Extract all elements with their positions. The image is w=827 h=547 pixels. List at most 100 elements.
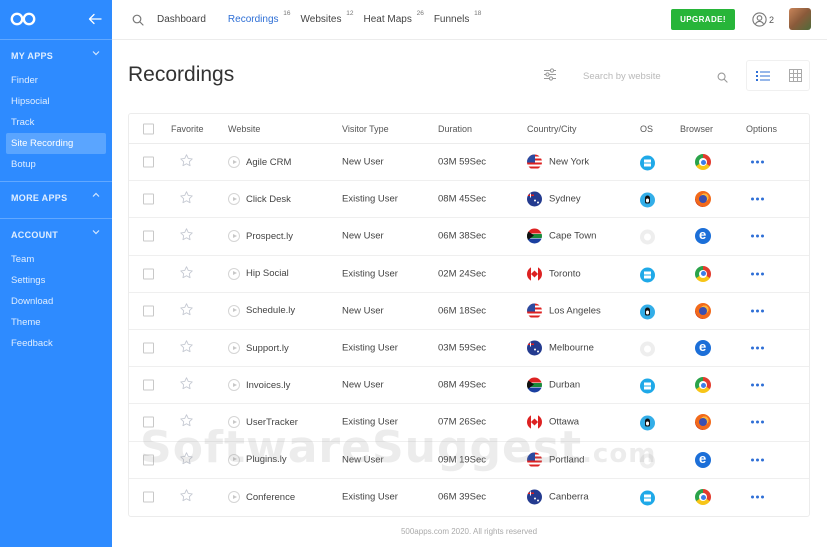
chevron-up-icon[interactable] [92,191,100,201]
play-icon[interactable] [228,342,240,355]
sidebar-item-finder[interactable]: Finder [6,70,106,91]
play-icon[interactable] [228,304,240,317]
column-header-country-city[interactable]: Country/City [527,124,577,134]
select-all-checkbox[interactable] [143,123,154,134]
website-cell[interactable]: Click Desk [228,193,291,206]
row-checkbox[interactable] [143,416,154,428]
sidebar-item-botup[interactable]: Botup [6,154,106,175]
favorite-star-icon[interactable] [179,451,194,469]
filter-sliders-icon[interactable] [543,68,557,86]
nav-dashboard[interactable]: Dashboard [157,14,214,25]
play-icon[interactable] [228,491,240,504]
options-menu-icon[interactable] [751,272,764,276]
chevron-down-icon[interactable] [92,49,100,59]
column-header-website[interactable]: Website [228,124,260,134]
row-checkbox[interactable] [143,156,154,168]
website-cell[interactable]: Invoices.ly [228,379,290,392]
website-cell[interactable]: Agile CRM [228,156,291,169]
nav-websites[interactable]: Websites 12 [301,10,354,25]
sidebar-item-track[interactable]: Track [6,112,106,133]
options-menu-icon[interactable] [751,420,764,424]
list-view-icon[interactable] [756,69,770,87]
infinity-logo-icon[interactable] [10,12,36,31]
column-header-visitor-type[interactable]: Visitor Type [342,124,389,134]
favorite-star-icon[interactable] [179,265,194,283]
table-row[interactable]: Prospect.ly New User 06M 38Sec Cape Town [129,218,809,256]
avatar[interactable] [789,8,811,30]
favorite-star-icon[interactable] [179,413,194,431]
nav-heat-maps[interactable]: Heat Maps 26 [363,10,423,25]
sidebar-item-team[interactable]: Team [6,249,106,270]
website-cell[interactable]: Schedule.ly [228,304,295,317]
sidebar-item-site-recording[interactable]: Site Recording [6,133,106,154]
table-row[interactable]: Plugins.ly New User 09M 19Sec Portland [129,442,809,479]
sidebar-section-account[interactable]: ACCOUNT [0,219,112,249]
sidebar-item-theme[interactable]: Theme [6,312,106,333]
table-row[interactable]: Click Desk Existing User 08M 45Sec Sydney [129,181,809,219]
options-menu-icon[interactable] [751,197,764,201]
options-menu-icon[interactable] [751,234,764,238]
column-header-browser[interactable]: Browser [680,124,713,134]
favorite-star-icon[interactable] [179,227,194,245]
row-checkbox[interactable] [143,342,154,354]
favorite-star-icon[interactable] [179,339,194,357]
row-checkbox[interactable] [143,491,154,503]
sidebar-section-more-apps[interactable]: MORE APPS [0,182,112,212]
options-menu-icon[interactable] [751,495,764,499]
nav-funnels[interactable]: Funnels 18 [434,10,482,25]
options-menu-icon[interactable] [751,346,764,350]
website-cell[interactable]: Conference [228,491,295,504]
website-cell[interactable]: Prospect.ly [228,230,293,243]
play-icon[interactable] [228,156,240,169]
chevron-down-icon[interactable] [92,228,100,238]
row-checkbox[interactable] [143,230,154,242]
options-menu-icon[interactable] [751,383,764,387]
play-icon[interactable] [228,416,240,429]
collapse-sidebar-icon[interactable] [88,12,102,30]
column-header-os[interactable]: OS [640,124,653,134]
search-icon[interactable] [132,13,144,31]
website-cell[interactable]: Plugins.ly [228,453,287,466]
row-checkbox[interactable] [143,193,154,205]
nav-recordings[interactable]: Recordings 16 [228,10,291,25]
row-checkbox[interactable] [143,268,154,280]
favorite-star-icon[interactable] [179,376,194,394]
sidebar-section-my-apps[interactable]: MY APPS [0,40,112,70]
favorite-star-icon[interactable] [179,190,194,208]
play-icon[interactable] [228,453,240,466]
table-row[interactable]: UserTracker Existing User 07M 26Sec Ottawa [129,404,809,442]
table-row[interactable]: Schedule.ly New User 06M 18Sec Los Angeles [129,293,809,330]
table-row[interactable]: Conference Existing User 06M 39Sec Canberra [129,479,809,516]
options-menu-icon[interactable] [751,458,764,462]
favorite-star-icon[interactable] [179,302,194,320]
play-icon[interactable] [228,193,240,206]
play-icon[interactable] [228,379,240,392]
user-icon[interactable] [752,12,767,32]
sidebar-item-hipsocial[interactable]: Hipsocial [6,91,106,112]
upgrade-button[interactable]: UPGRADE! [671,9,735,30]
table-row[interactable]: Support.ly Existing User 03M 59Sec Melbourn… [129,330,809,368]
search-input[interactable] [574,62,736,90]
table-row[interactable]: Agile CRM New User 03M 59Sec New York [129,144,809,182]
grid-view-icon[interactable] [789,69,802,87]
play-icon[interactable] [228,267,240,280]
options-menu-icon[interactable] [751,309,764,313]
website-cell[interactable]: Support.ly [228,342,289,355]
favorite-star-icon[interactable] [179,488,194,506]
row-checkbox[interactable] [143,379,154,391]
website-cell[interactable]: Hip Social [228,267,289,280]
table-row[interactable]: Hip Social Existing User 02M 24Sec Toronto [129,256,809,293]
sidebar-item-feedback[interactable]: Feedback [6,333,106,354]
sidebar-item-settings[interactable]: Settings [6,270,106,291]
row-checkbox[interactable] [143,305,154,317]
play-icon[interactable] [228,230,240,243]
row-checkbox[interactable] [143,454,154,466]
options-menu-icon[interactable] [751,160,764,164]
table-row[interactable]: Invoices.ly New User 08M 49Sec Durban [129,367,809,405]
website-cell[interactable]: UserTracker [228,416,298,429]
column-header-favorite[interactable]: Favorite [171,124,204,134]
sidebar-item-download[interactable]: Download [6,291,106,312]
search-icon[interactable] [717,70,728,88]
favorite-star-icon[interactable] [179,153,194,171]
column-header-duration[interactable]: Duration [438,124,472,134]
